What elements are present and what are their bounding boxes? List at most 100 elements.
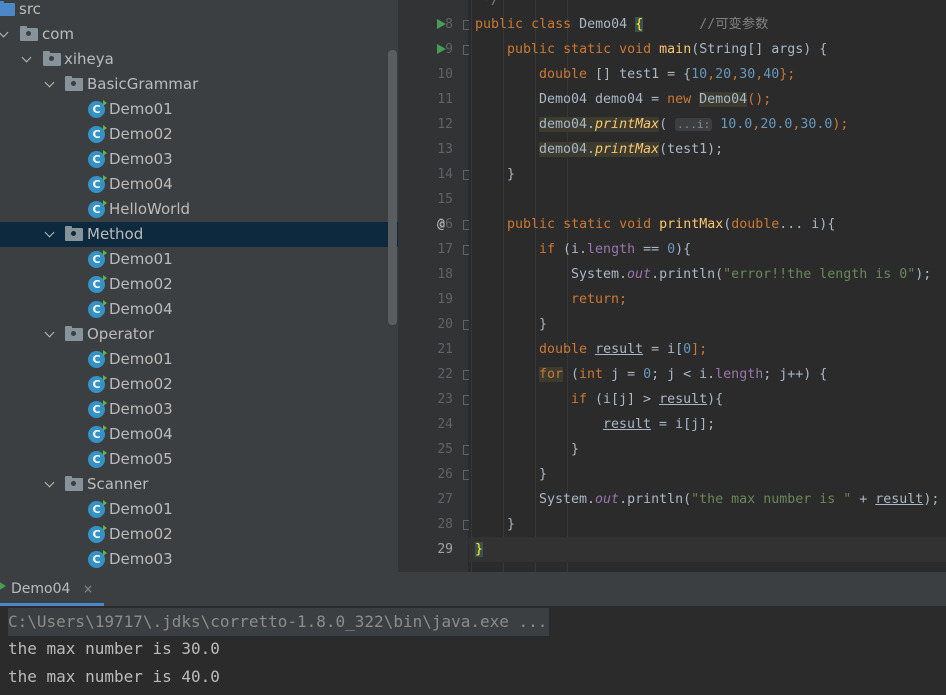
- package-icon: [20, 26, 38, 41]
- chevron-down-icon[interactable]: [43, 472, 59, 497]
- run-main-icon[interactable]: [437, 44, 446, 54]
- tree-item-class[interactable]: C Demo02: [0, 372, 398, 397]
- code-line: demo04.printMax(test1);: [539, 142, 724, 157]
- line-number: 12: [437, 117, 453, 132]
- chevron-down-icon[interactable]: [20, 47, 36, 72]
- run-console[interactable]: C:\Users\19717\.jdks\corretto-1.8.0_322\…: [0, 606, 946, 695]
- code-line: demo04.printMax( ...i: 10.0,20.0,30.0);: [539, 117, 849, 132]
- java-class-icon: C: [88, 375, 107, 393]
- tree-item-class[interactable]: C Demo02: [0, 522, 398, 547]
- tree-item-class[interactable]: C Demo01: [0, 97, 398, 122]
- override-marker-icon[interactable]: @: [437, 212, 445, 237]
- line-number: 13: [437, 142, 453, 157]
- line-number: 26: [437, 467, 453, 482]
- console-output-line: the max number is 30.0: [8, 639, 220, 658]
- tree-item-class[interactable]: C Demo02: [0, 122, 398, 147]
- tree-item-label: Method: [87, 225, 144, 243]
- tree-item-label: BasicGrammar: [87, 75, 199, 93]
- java-class-icon: C: [88, 150, 107, 168]
- tree-item-class[interactable]: C Demo03: [0, 547, 398, 572]
- tree-item-class[interactable]: C Demo01: [0, 497, 398, 522]
- tree-item-label: Operator: [87, 325, 155, 343]
- code-line: for (int j = 0; j < i.length; j++) {: [539, 367, 828, 382]
- tree-item-label: Scanner: [87, 475, 149, 493]
- tree-item-src[interactable]: src: [0, 0, 398, 22]
- tree-item-label: HelloWorld: [109, 200, 191, 218]
- chevron-down-icon[interactable]: [43, 222, 59, 247]
- line-number: 10: [437, 67, 453, 82]
- code-line: public class Demo04 { //可变参数: [475, 17, 769, 32]
- java-class-icon: C: [88, 250, 107, 268]
- run-tab-label: Demo04: [11, 581, 71, 597]
- code-line: return;: [571, 292, 628, 307]
- tree-item-label: Demo05: [109, 450, 173, 468]
- java-class-icon: C: [88, 400, 107, 418]
- tree-item-class[interactable]: C Demo03: [0, 397, 398, 422]
- code-line: System.out.println("the max number is " …: [539, 492, 940, 507]
- chevron-down-icon[interactable]: [43, 72, 59, 97]
- code-line: }: [507, 167, 516, 182]
- java-class-icon: C: [88, 200, 107, 218]
- package-icon: [65, 76, 83, 91]
- line-number: 22: [437, 367, 453, 382]
- tree-item-class[interactable]: C Demo04: [0, 422, 398, 447]
- tree-item-scanner[interactable]: Scanner: [0, 472, 398, 497]
- tree-item-class[interactable]: C HelloWorld: [0, 197, 398, 222]
- chevron-down-icon[interactable]: [0, 22, 13, 47]
- line-number: 18: [437, 267, 453, 282]
- tree-item-class[interactable]: C Demo03: [0, 147, 398, 172]
- tree-item-operator[interactable]: Operator: [0, 322, 398, 347]
- tree-item-label: src: [19, 0, 41, 18]
- code-line: public static void printMax(double... i)…: [507, 217, 836, 232]
- tree-item-com[interactable]: com: [0, 22, 398, 47]
- tree-item-class[interactable]: C Demo04: [0, 172, 398, 197]
- line-number: 24: [437, 417, 453, 432]
- line-number: 17: [437, 242, 453, 257]
- tree-item-method[interactable]: Method: [0, 222, 398, 247]
- project-tree: src com xiheya BasicGrammar C Demo01 C D…: [0, 0, 398, 572]
- package-icon: [65, 226, 83, 241]
- tree-scrollbar[interactable]: [388, 50, 397, 325]
- line-number: 20: [437, 317, 453, 332]
- code-editor[interactable]: */ public class Demo04 { //可变参数 public s…: [469, 0, 946, 572]
- tree-item-class[interactable]: C Demo02: [0, 272, 398, 297]
- tree-item-label: Demo04: [109, 175, 173, 193]
- tree-item-basicgrammar[interactable]: BasicGrammar: [0, 72, 398, 97]
- java-class-icon: C: [88, 300, 107, 318]
- line-number: 23: [437, 392, 453, 407]
- console-command-line[interactable]: C:\Users\19717\.jdks\corretto-1.8.0_322\…: [8, 608, 550, 636]
- code-line: if (i[j] > result){: [571, 392, 724, 407]
- tree-item-label: Demo02: [109, 275, 173, 293]
- line-number: 19: [437, 292, 453, 307]
- tree-item-xiheya[interactable]: xiheya: [0, 47, 398, 72]
- java-class-icon: C: [88, 500, 107, 518]
- tree-item-class[interactable]: C Demo04: [0, 297, 398, 322]
- java-class-icon: C: [88, 275, 107, 293]
- code-line: if (i.length == 0){: [539, 242, 692, 257]
- java-class-icon: C: [88, 450, 107, 468]
- run-class-icon[interactable]: [437, 19, 446, 29]
- package-icon: [65, 326, 83, 341]
- java-class-icon: C: [88, 125, 107, 143]
- tree-item-label: Demo01: [109, 350, 173, 368]
- tree-item-label: Demo02: [109, 375, 173, 393]
- package-icon: [43, 51, 61, 66]
- chevron-down-icon[interactable]: [43, 322, 59, 347]
- line-number: 15: [437, 192, 453, 207]
- line-number-current: 29: [437, 542, 453, 557]
- line-number: 21: [437, 342, 453, 357]
- java-class-icon: C: [88, 550, 107, 568]
- editor-gutter[interactable]: 8 9 10 11 12 13 14 15 16 17 18 19 20 21 …: [398, 0, 468, 572]
- close-icon[interactable]: ×: [83, 572, 93, 606]
- package-icon: [65, 476, 83, 491]
- run-config-icon: [0, 581, 6, 591]
- tree-item-class[interactable]: C Demo01: [0, 247, 398, 272]
- tree-item-class[interactable]: C Demo05: [0, 447, 398, 472]
- run-tab-demo04[interactable]: Demo04 ×: [0, 572, 104, 606]
- line-number: 14: [437, 167, 453, 182]
- tree-item-class[interactable]: C Demo01: [0, 347, 398, 372]
- line-number: 25: [437, 442, 453, 457]
- tree-item-label: Demo02: [109, 125, 173, 143]
- tree-item-label: Demo03: [109, 550, 173, 568]
- code-line-current: }: [475, 542, 484, 557]
